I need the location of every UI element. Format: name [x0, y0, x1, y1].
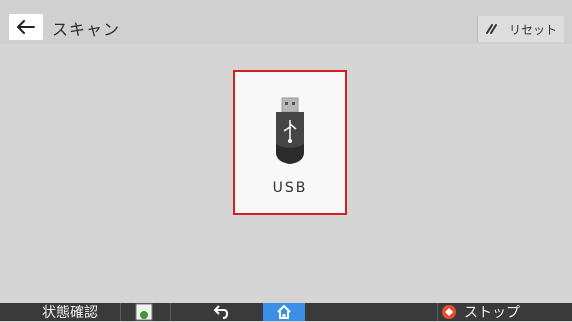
divider [120, 303, 121, 321]
status-check-button[interactable]: 状態確認 [30, 303, 110, 321]
reset-icon [485, 24, 497, 34]
usb-label: USB [272, 180, 308, 196]
usb-option-button[interactable]: USB [233, 70, 347, 215]
reset-label: リセット [508, 22, 557, 37]
status-label: 状態確認 [42, 305, 98, 321]
page-title: スキャン [52, 20, 121, 39]
bottom-bar: 状態確認 ストップ [0, 303, 572, 321]
divider [170, 303, 171, 321]
home-icon [277, 304, 291, 319]
device-status-button[interactable] [132, 303, 156, 321]
back-arrow-icon [17, 20, 35, 34]
divider [437, 303, 438, 321]
top-bar: スキャン リセット [0, 0, 572, 44]
stop-label: ストップ [464, 305, 520, 321]
home-button[interactable] [263, 303, 305, 321]
device-status-icon [135, 303, 153, 321]
stop-icon [442, 305, 456, 319]
back-button[interactable] [9, 14, 43, 40]
undo-arrow-icon [213, 305, 229, 319]
undo-button[interactable] [201, 303, 241, 321]
reset-button[interactable]: リセット [477, 16, 564, 42]
stop-button[interactable]: ストップ [442, 303, 562, 321]
usb-drive-icon [276, 97, 304, 164]
